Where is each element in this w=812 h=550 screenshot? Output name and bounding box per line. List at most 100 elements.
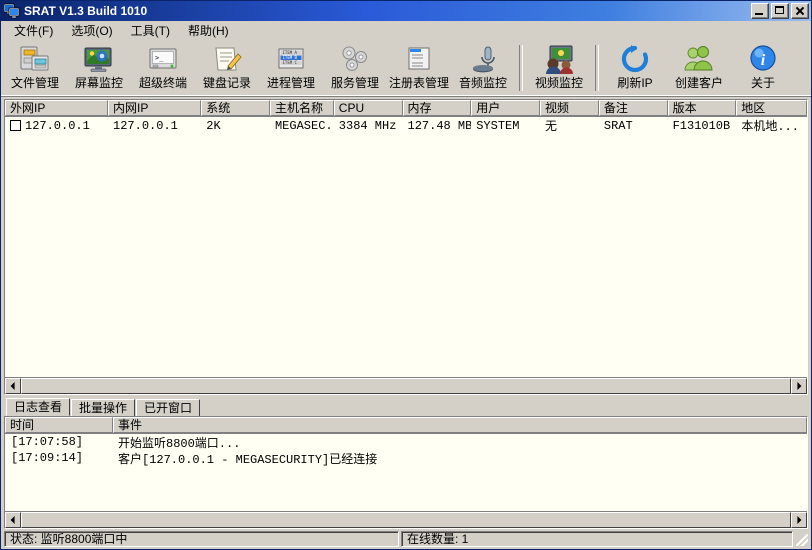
screen-monitor-icon (82, 44, 116, 75)
service-manager-icon (338, 44, 372, 75)
column-header-wan-ip[interactable]: 外网IP (5, 100, 108, 116)
toolbar-button-screen-monitor[interactable]: 屏幕监控 (67, 42, 131, 95)
cell-wan-ip-text: 127.0.0.1 (25, 119, 90, 133)
row-checkbox[interactable] (10, 120, 21, 131)
toolbar-label: 进程管理 (267, 76, 315, 90)
cell-version: F131010B (668, 119, 737, 133)
menu-bar: 文件(F) 选项(O) 工具(T) 帮助(H) (1, 21, 811, 41)
close-button[interactable] (791, 3, 809, 19)
column-header-region[interactable]: 地区 (736, 100, 807, 116)
log-panel: 时间 事件 [17:07:58] 开始监听8800端口... [17:09:14… (4, 416, 808, 529)
client-list-hscrollbar[interactable] (5, 377, 807, 394)
log-scroll-track[interactable] (21, 512, 791, 528)
toolbar-label: 服务管理 (331, 76, 379, 90)
tab-batch-operations[interactable]: 批量操作 (71, 399, 135, 416)
cell-region: 本机地... (736, 117, 807, 134)
cell-hostname: MEGASEC... (270, 119, 334, 133)
toolbar-button-create-client[interactable]: 创建客户 (667, 42, 731, 95)
window-controls (751, 3, 809, 19)
column-header-video[interactable]: 视频 (540, 100, 599, 116)
column-header-version[interactable]: 版本 (668, 100, 737, 116)
client-list-header: 外网IP 内网IP 系统 主机名称 CPU 内存 用户 视频 备注 版本 地区 (5, 100, 807, 117)
terminal-icon: >_ (146, 44, 180, 75)
scroll-left-arrow-icon[interactable] (5, 378, 21, 394)
window-title: SRAT V1.3 Build 1010 (24, 4, 751, 18)
menu-file[interactable]: 文件(F) (5, 22, 62, 41)
toolbar-button-terminal[interactable]: >_ 超级终端 (131, 42, 195, 95)
log-column-header-event[interactable]: 事件 (113, 417, 807, 433)
toolbar-label: 文件管理 (11, 76, 59, 90)
toolbar-label: 屏幕监控 (75, 76, 123, 90)
log-event: 客户[127.0.0.1 - MEGASECURITY]已经连接 (113, 450, 807, 467)
column-header-memory[interactable]: 内存 (403, 100, 472, 116)
list-item[interactable]: [17:09:14] 客户[127.0.0.1 - MEGASECURITY]已… (5, 450, 807, 466)
table-row[interactable]: 127.0.0.1 127.0.0.1 2K MEGASEC... 3384 M… (5, 117, 807, 134)
cell-system: 2K (201, 119, 270, 133)
toolbar-separator (519, 45, 523, 91)
column-header-lan-ip[interactable]: 内网IP (108, 100, 201, 116)
toolbar-label: 视频监控 (535, 76, 583, 90)
svg-text:>_: >_ (155, 54, 164, 62)
column-header-system[interactable]: 系统 (201, 100, 270, 116)
online-count: 在线数量: 1 (401, 531, 793, 547)
log-scroll-left-arrow-icon[interactable] (5, 512, 21, 528)
toolbar-button-process-manager[interactable]: ITEM A ITEM B ITEM C 进程管理 (259, 42, 323, 95)
column-header-note[interactable]: 备注 (599, 100, 668, 116)
toolbar-label: 超级终端 (139, 76, 187, 90)
scroll-thumb[interactable] (21, 378, 791, 394)
log-column-header-time[interactable]: 时间 (5, 417, 113, 433)
video-monitor-icon (542, 44, 576, 75)
tab-log-view[interactable]: 日志查看 (6, 398, 70, 416)
status-bar: 状态: 监听8800端口中 在线数量: 1 (1, 529, 811, 549)
toolbar-button-refresh-ip[interactable]: 刷新IP (603, 42, 667, 95)
log-scroll-right-arrow-icon[interactable] (791, 512, 807, 528)
cell-note: SRAT (599, 119, 668, 133)
audio-monitor-icon (466, 44, 500, 75)
log-time: [17:09:14] (5, 451, 113, 465)
log-header: 时间 事件 (5, 417, 807, 434)
scroll-track[interactable] (21, 378, 791, 394)
toolbar-button-registry-manager[interactable]: 注册表管理 (387, 42, 451, 95)
svg-text:ITEM C: ITEM C (283, 60, 298, 65)
cell-wan-ip[interactable]: 127.0.0.1 (5, 119, 108, 133)
application-window: SRAT V1.3 Build 1010 文件(F) 选项(O) 工具(T) 帮… (0, 0, 812, 550)
list-item[interactable]: [17:07:58] 开始监听8800端口... (5, 434, 807, 450)
minimize-button[interactable] (751, 3, 769, 19)
create-client-icon (682, 44, 716, 75)
cell-user: SYSTEM (471, 119, 540, 133)
toolbar-button-about[interactable]: i 关于 (731, 42, 795, 95)
title-bar: SRAT V1.3 Build 1010 (1, 1, 811, 21)
cell-memory: 127.48 MB (403, 119, 472, 133)
cell-cpu: 3384 MHz (334, 119, 403, 133)
toolbar-button-file-manager[interactable]: 文件管理 (3, 42, 67, 95)
log-event: 开始监听8800端口... (113, 434, 807, 451)
log-hscrollbar[interactable] (5, 511, 807, 528)
menu-options[interactable]: 选项(O) (62, 22, 121, 41)
toolbar-button-service-manager[interactable]: 服务管理 (323, 42, 387, 95)
refresh-icon (618, 44, 652, 75)
resize-grip-icon[interactable] (795, 531, 809, 547)
toolbar-button-keylogger[interactable]: 键盘记录 (195, 42, 259, 95)
menu-tools[interactable]: 工具(T) (122, 22, 179, 41)
log-body: [17:07:58] 开始监听8800端口... [17:09:14] 客户[1… (5, 434, 807, 511)
tab-open-windows[interactable]: 已开窗口 (136, 399, 200, 416)
status-badge: 状态: 监听8800端口中 (4, 531, 399, 547)
svg-text:i: i (761, 52, 766, 69)
toolbar-button-audio-monitor[interactable]: 音频监控 (451, 42, 515, 95)
file-manager-icon (18, 44, 52, 75)
log-scroll-thumb[interactable] (21, 512, 791, 528)
menu-help[interactable]: 帮助(H) (179, 22, 238, 41)
toolbar-label: 创建客户 (675, 76, 723, 90)
cell-lan-ip: 127.0.0.1 (108, 119, 201, 133)
maximize-button[interactable] (771, 3, 789, 19)
column-header-user[interactable]: 用户 (471, 100, 540, 116)
client-list: 外网IP 内网IP 系统 主机名称 CPU 内存 用户 视频 备注 版本 地区 … (4, 99, 808, 395)
process-manager-icon: ITEM A ITEM B ITEM C (274, 44, 308, 75)
registry-manager-icon (402, 44, 436, 75)
toolbar-label: 注册表管理 (389, 76, 449, 90)
toolbar: 文件管理 屏幕监控 (1, 41, 811, 97)
column-header-cpu[interactable]: CPU (334, 100, 403, 116)
scroll-right-arrow-icon[interactable] (791, 378, 807, 394)
column-header-hostname[interactable]: 主机名称 (270, 100, 334, 116)
toolbar-button-video-monitor[interactable]: 视频监控 (527, 42, 591, 95)
